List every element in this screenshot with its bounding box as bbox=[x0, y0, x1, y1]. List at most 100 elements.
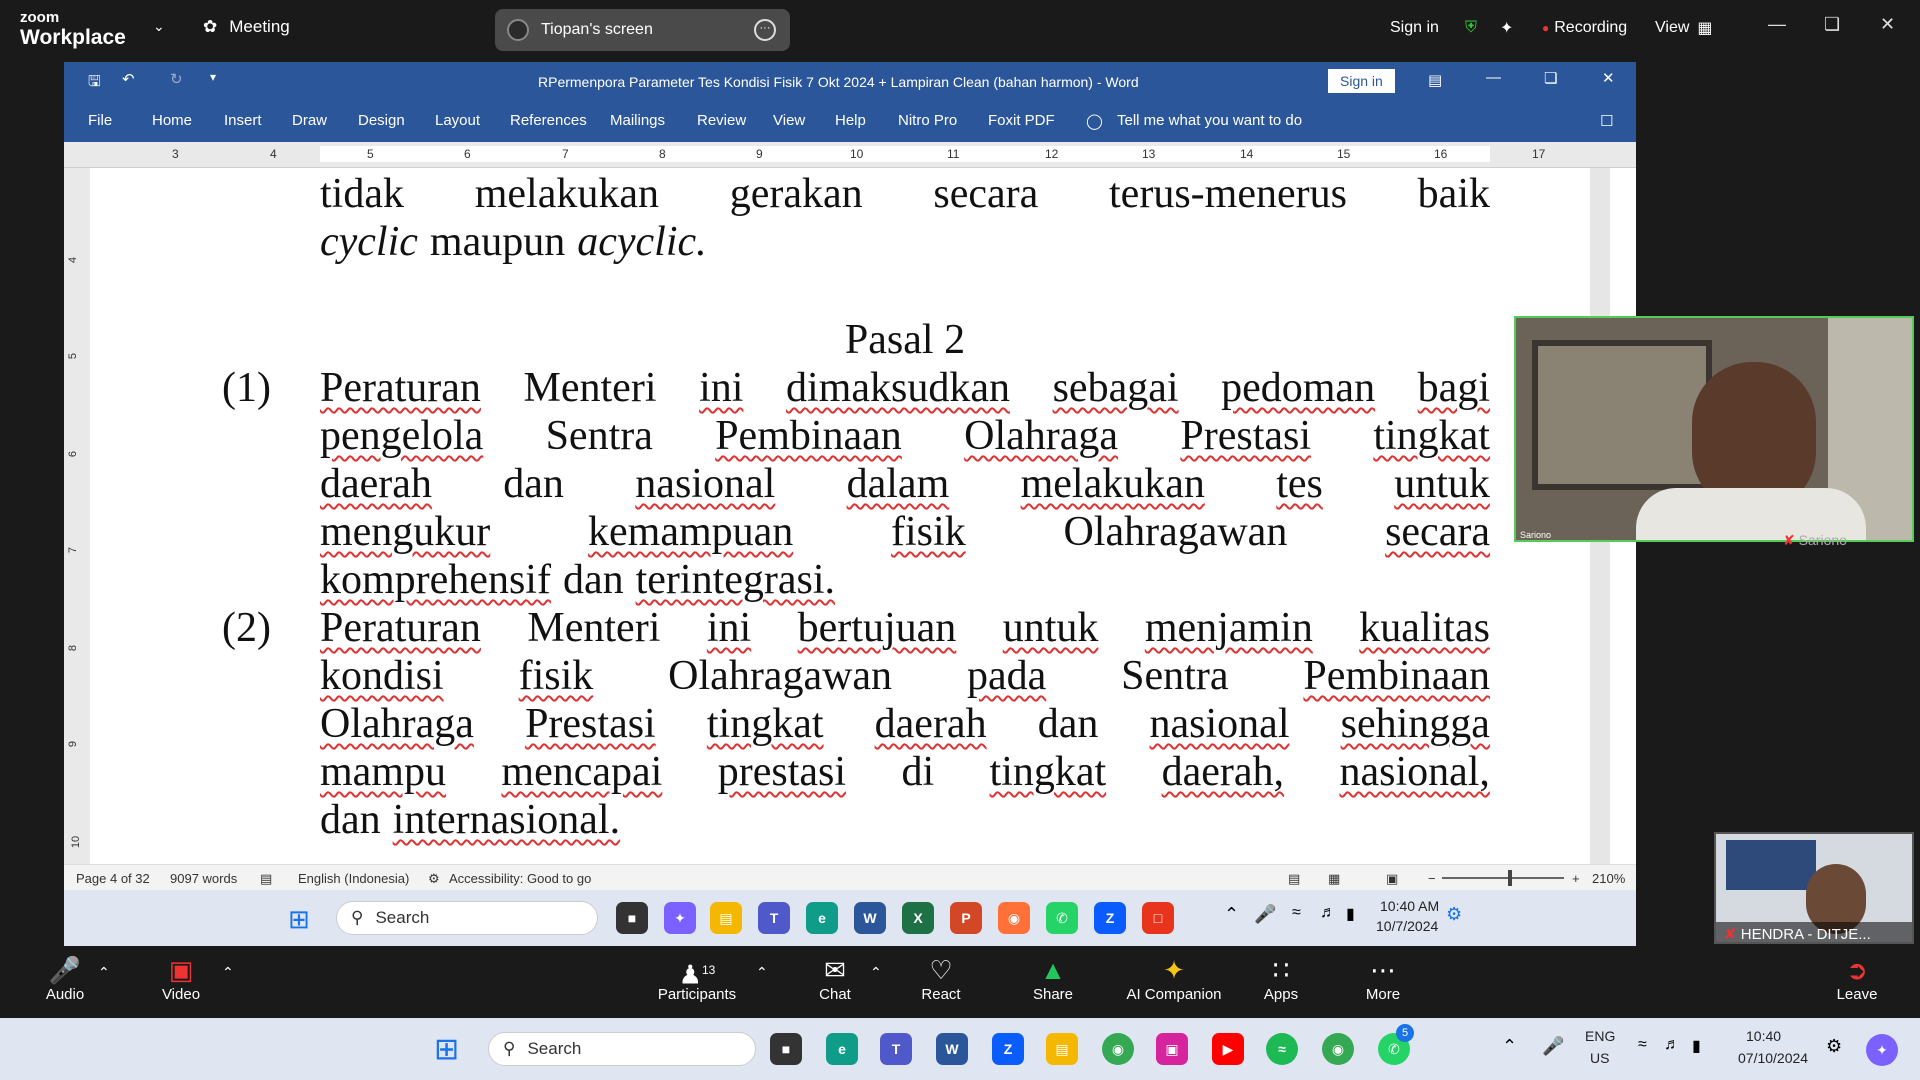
excel-icon[interactable]: X bbox=[902, 902, 934, 934]
tell-me-search[interactable]: Tell me what you want to do bbox=[1117, 112, 1302, 129]
tab-home[interactable]: Home bbox=[152, 112, 192, 129]
zoom-slider[interactable] bbox=[1442, 877, 1564, 879]
tab-foxit-pdf[interactable]: Foxit PDF bbox=[988, 112, 1055, 129]
word-app-icon[interactable]: W bbox=[936, 1033, 968, 1065]
language-region[interactable]: US bbox=[1590, 1050, 1609, 1066]
wifi-icon[interactable]: ≈ bbox=[1638, 1036, 1647, 1054]
save-icon[interactable]: 🖫 bbox=[88, 71, 101, 96]
word-count[interactable]: 9097 words bbox=[170, 871, 237, 886]
language-indicator[interactable]: ENG bbox=[1585, 1028, 1615, 1044]
pdf-app-icon[interactable]: □ bbox=[1142, 902, 1174, 934]
redo-icon[interactable]: ↻ bbox=[170, 70, 183, 88]
document-page[interactable]: tidak melakukan gerakan secara terus-menerus… bbox=[90, 168, 1590, 864]
print-layout-icon[interactable]: ▦ bbox=[1328, 871, 1340, 887]
react-button[interactable]: ♡ React bbox=[886, 954, 996, 1003]
zoom-out-icon[interactable]: − bbox=[1428, 871, 1436, 886]
tab-review[interactable]: Review bbox=[697, 112, 746, 129]
web-layout-icon[interactable]: ▣ bbox=[1386, 871, 1398, 887]
document-area[interactable]: tidak melakukan gerakan secara terus-menerus… bbox=[90, 168, 1610, 864]
participant-video-2[interactable]: ✘ HENDRA - DITJE... bbox=[1714, 832, 1914, 944]
view-button[interactable]: View ▦ bbox=[1655, 0, 1713, 56]
more-options-icon[interactable]: ··· bbox=[754, 19, 776, 41]
tab-draw[interactable]: Draw bbox=[292, 112, 327, 129]
zoom-app-icon[interactable]: Z bbox=[1094, 902, 1126, 934]
chevron-up-icon[interactable]: ⌃ bbox=[1502, 1036, 1517, 1057]
powerpoint-icon[interactable]: P bbox=[950, 902, 982, 934]
copilot-icon[interactable]: ✦ bbox=[664, 902, 696, 934]
taskview-icon[interactable]: ■ bbox=[616, 902, 648, 934]
notification-bell-icon[interactable]: ⚙ bbox=[1446, 904, 1462, 925]
participant-video-1[interactable]: Sariono bbox=[1514, 316, 1914, 542]
clock-time[interactable]: 10:40 AM bbox=[1380, 898, 1439, 914]
battery-icon[interactable]: ▮ bbox=[1346, 904, 1355, 924]
microphone-icon[interactable]: 🎤 bbox=[1542, 1036, 1564, 1057]
language-indicator[interactable]: English (Indonesia) bbox=[298, 871, 409, 886]
accessibility-status[interactable]: Accessibility: Good to go bbox=[449, 871, 591, 886]
undo-icon[interactable]: ↶ bbox=[122, 70, 135, 88]
zoom-level[interactable]: 210% bbox=[1592, 871, 1625, 886]
page-count[interactable]: Page 4 of 32 bbox=[76, 871, 150, 886]
spotify-icon[interactable]: ≈ bbox=[1266, 1033, 1298, 1065]
tab-insert[interactable]: Insert bbox=[224, 112, 262, 129]
tab-view[interactable]: View bbox=[773, 112, 805, 129]
zoom-in-icon[interactable]: + bbox=[1572, 871, 1580, 886]
chrome-icon[interactable]: ◉ bbox=[1102, 1033, 1134, 1065]
close-icon[interactable]: ✕ bbox=[1880, 14, 1895, 35]
taskbar-search[interactable]: ⚲ Search bbox=[488, 1032, 756, 1066]
taskview-icon[interactable]: ■ bbox=[770, 1033, 802, 1065]
audio-options-chevron-icon[interactable]: ⌃ bbox=[98, 964, 110, 981]
shield-icon[interactable]: ⛨ bbox=[1465, 0, 1477, 56]
video-options-chevron-icon[interactable]: ⌃ bbox=[222, 964, 234, 981]
instagram-icon[interactable]: ▣ bbox=[1156, 1033, 1188, 1065]
wifi-icon[interactable]: ≈ bbox=[1292, 904, 1301, 922]
zoom-sign-in[interactable]: Sign in bbox=[1390, 0, 1439, 56]
restore-icon[interactable]: ❏ bbox=[1824, 14, 1840, 35]
apps-button[interactable]: ∷ Apps bbox=[1226, 954, 1336, 1003]
zoom-app-icon[interactable]: Z bbox=[992, 1033, 1024, 1065]
participants-chevron-icon[interactable]: ⌃ bbox=[756, 964, 768, 981]
tab-nitro-pro[interactable]: Nitro Pro bbox=[898, 112, 957, 129]
tab-file[interactable]: File bbox=[88, 112, 112, 129]
word-app-icon[interactable]: W bbox=[854, 902, 886, 934]
file-explorer-icon[interactable]: ▤ bbox=[710, 902, 742, 934]
video-button[interactable]: ▣ Video bbox=[126, 954, 236, 1003]
youtube-icon[interactable]: ▶ bbox=[1212, 1033, 1244, 1065]
volume-icon[interactable]: ♬ bbox=[1664, 1036, 1680, 1054]
word-restore-icon[interactable]: ❏ bbox=[1544, 69, 1557, 87]
teams-icon[interactable]: T bbox=[758, 902, 790, 934]
chevron-down-icon[interactable]: ⌄ bbox=[153, 18, 165, 35]
chevron-up-icon[interactable]: ⌃ bbox=[1224, 904, 1239, 925]
edge-icon[interactable]: e bbox=[826, 1033, 858, 1065]
recording-indicator[interactable]: ● Recording bbox=[1542, 0, 1627, 56]
comments-icon[interactable]: ☐ bbox=[1600, 112, 1613, 130]
word-minimize-icon[interactable]: — bbox=[1486, 69, 1501, 86]
proofing-icon[interactable]: ▤ bbox=[260, 871, 272, 887]
minimize-icon[interactable]: — bbox=[1768, 14, 1786, 35]
leave-button[interactable]: ➲ Leave bbox=[1802, 954, 1912, 1003]
windows-start-icon[interactable]: ⊞ bbox=[434, 1032, 459, 1067]
vertical-ruler[interactable]: 4 5 6 7 8 9 10 bbox=[64, 168, 90, 864]
clock-date[interactable]: 10/7/2024 bbox=[1376, 918, 1438, 934]
file-explorer-icon[interactable]: ▤ bbox=[1046, 1033, 1078, 1065]
tab-help[interactable]: Help bbox=[835, 112, 866, 129]
word-close-icon[interactable]: ✕ bbox=[1602, 69, 1615, 87]
microphone-icon[interactable]: 🎤 bbox=[1254, 904, 1276, 925]
more-button[interactable]: ⋯ More bbox=[1328, 954, 1438, 1003]
tab-references[interactable]: References bbox=[510, 112, 587, 129]
clock-time[interactable]: 10:40 bbox=[1746, 1028, 1781, 1044]
tab-design[interactable]: Design bbox=[358, 112, 405, 129]
zoom-slider-thumb[interactable] bbox=[1508, 870, 1512, 886]
firefox-icon[interactable]: ◉ bbox=[998, 902, 1030, 934]
read-mode-icon[interactable]: ▤ bbox=[1288, 871, 1300, 887]
participants-button[interactable]: ♟13 Participants bbox=[642, 954, 752, 1003]
meeting-button[interactable]: ✿ Meeting bbox=[203, 17, 290, 37]
screen-share-pill[interactable]: Tiopan's screen ··· bbox=[495, 9, 790, 51]
chat-chevron-icon[interactable]: ⌃ bbox=[870, 964, 882, 981]
ai-companion-button[interactable]: ✦ AI Companion bbox=[1112, 954, 1236, 1003]
teams-icon[interactable]: T bbox=[880, 1033, 912, 1065]
whatsapp-icon[interactable]: ✆ bbox=[1046, 902, 1078, 934]
windows-start-icon[interactable]: ⊞ bbox=[288, 904, 310, 935]
horizontal-ruler[interactable]: 3 4 5 6 7 8 9 10 11 12 13 14 15 16 17 bbox=[64, 142, 1636, 168]
chrome-profile-icon[interactable]: ◉ bbox=[1322, 1033, 1354, 1065]
taskbar-search[interactable]: ⚲ Search bbox=[336, 901, 598, 935]
